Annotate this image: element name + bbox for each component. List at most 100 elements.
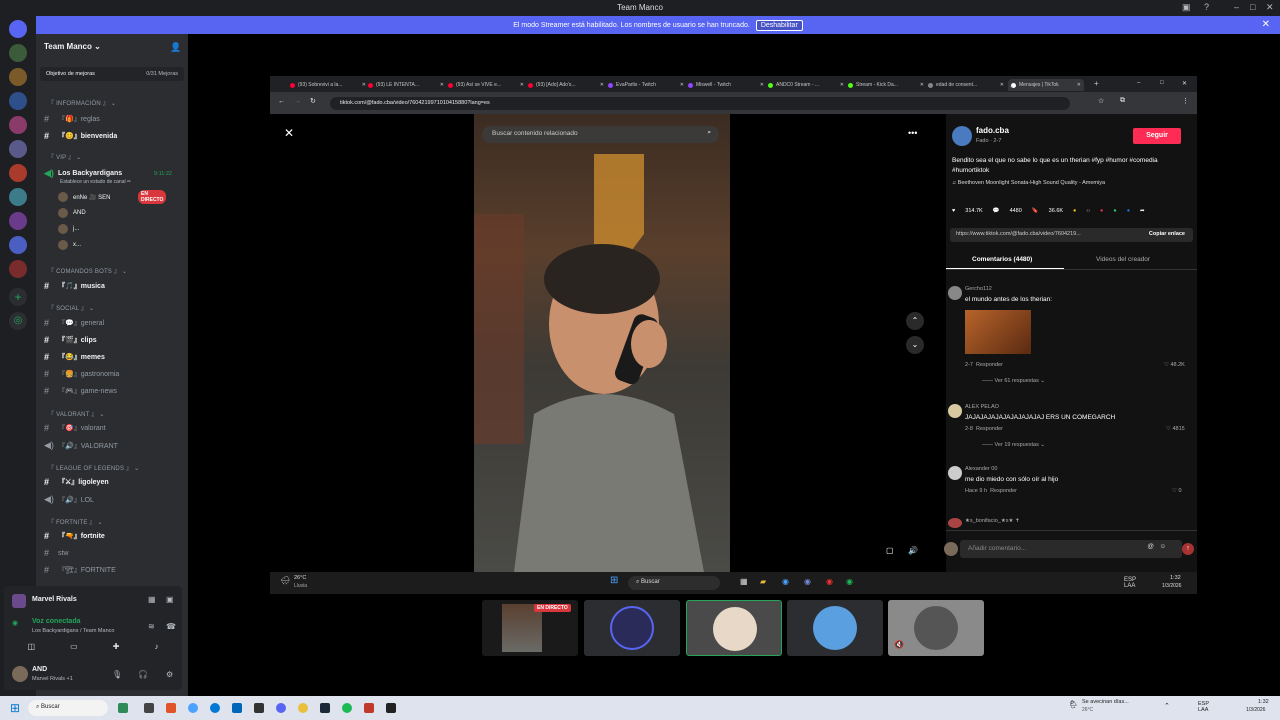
creator-name[interactable]: fado.cba (976, 126, 1009, 135)
channel-item[interactable]: # 『🎬』clips (44, 335, 97, 345)
video-player[interactable] (474, 114, 730, 572)
participant-tile[interactable] (787, 600, 883, 656)
reload-icon[interactable]: ↻ (310, 97, 316, 105)
explore-icon[interactable]: ◎ (9, 312, 27, 330)
window-minimize-icon[interactable]: – (1010, 84, 1013, 90)
view-replies-link[interactable]: —— Ver 61 respuestas ⌄ (982, 378, 1045, 384)
close-video-icon[interactable]: ✕ (284, 126, 294, 140)
avatar[interactable] (12, 666, 28, 682)
forward-icon[interactable]: → (294, 98, 301, 105)
clock-date[interactable]: 1/3/2026 (1162, 583, 1181, 589)
app-icon[interactable] (118, 703, 128, 713)
server-icon[interactable] (9, 44, 27, 62)
grid-icon[interactable]: ▦ (148, 595, 156, 604)
browser-tab[interactable]: (93) Así se VIVE e... ✕ (448, 79, 524, 91)
tab-close-icon[interactable]: ✕ (362, 82, 366, 88)
tab-close-icon[interactable]: ✕ (920, 82, 924, 88)
comment-user[interactable]: Alexander 00 (965, 466, 997, 472)
new-tab-icon[interactable]: + (1094, 79, 1099, 88)
related-search-input[interactable]: Buscar contenido relacionado ⌕ (482, 126, 719, 143)
avatar[interactable] (948, 286, 962, 300)
spotify-icon[interactable]: ◉ (846, 577, 853, 586)
add-member-icon[interactable]: 👤 (170, 42, 181, 53)
participant-tile[interactable] (686, 600, 782, 656)
channel-item[interactable]: # 『🎁』reglas (44, 114, 100, 124)
category-header[interactable]: 『 COMANDOS BOTS 』 ⌄ (48, 266, 127, 275)
store-icon[interactable] (232, 703, 242, 713)
app-icon[interactable] (364, 703, 374, 713)
voice-user[interactable]: j... (58, 224, 79, 234)
disconnect-icon[interactable]: ☎ (166, 622, 176, 631)
server-name[interactable]: Team Manco ⌄ (44, 42, 101, 51)
bookmark-icon[interactable]: 🔖 (1032, 208, 1039, 214)
comment-user[interactable]: ★s_bonifacio_★s★ ✝ (965, 518, 1020, 524)
url-field[interactable]: tiktok.com/@fado.cba/video/7604219971010… (330, 97, 1070, 110)
channel-item[interactable]: # stw (44, 548, 69, 558)
maximize-button[interactable]: □ (1250, 2, 1255, 12)
server-icon[interactable] (9, 260, 27, 278)
share-icons[interactable]: ➦ (1140, 208, 1145, 214)
comment-likes[interactable]: ♡ 4815 (1166, 426, 1185, 432)
voice-channel-item[interactable]: ◀) Los Backyardigans 9:11:22 (44, 168, 172, 179)
soundboard-icon[interactable]: ♪ (154, 642, 158, 656)
avatar[interactable] (948, 518, 962, 528)
keyboard-language[interactable]: ESP LAA (1198, 701, 1209, 713)
reply-button[interactable]: Responder (976, 426, 1003, 432)
windows-icon[interactable]: ⊞ (610, 575, 618, 586)
channel-item[interactable]: # 『😊』bienvenida (44, 131, 117, 141)
app-icon[interactable] (386, 703, 396, 713)
reply-button[interactable]: Responder (976, 362, 1003, 368)
reply-button[interactable]: Responder (990, 488, 1017, 494)
tab-comments[interactable]: Comentarios (4480) (972, 256, 1032, 263)
discord-home-icon[interactable] (9, 20, 27, 38)
browser-tab[interactable]: Miswell - Twitch ✕ (688, 79, 764, 91)
participant-tile[interactable] (584, 600, 680, 656)
keyboard-language[interactable]: ESP LAA (1124, 577, 1136, 589)
chevron-down-icon[interactable]: ⌄ (906, 336, 924, 354)
app-icon[interactable] (166, 703, 176, 713)
browser-tab[interactable]: edad de consent... ✕ (928, 79, 1004, 91)
avatar[interactable] (948, 404, 962, 418)
tab-close-icon[interactable]: ✕ (440, 82, 444, 88)
controller-icon[interactable]: ▣ (166, 595, 174, 604)
server-icon[interactable] (9, 236, 27, 254)
comment-likes[interactable]: ♡ 48.2K (1164, 362, 1185, 368)
share-icons[interactable]: ‹› (1086, 208, 1090, 214)
discord-icon[interactable]: ◉ (804, 577, 811, 586)
channel-item[interactable]: # 『💬』general (44, 318, 104, 328)
follow-button[interactable]: Seguir (1133, 128, 1181, 144)
browser-tab[interactable]: (93) Sobrevivi a la... ✕ (290, 79, 366, 91)
channel-item[interactable]: # 『🎵』musica (44, 281, 105, 291)
category-header[interactable]: 『 VIP 』 ⌄ (48, 152, 81, 161)
channel-item[interactable]: ◀) 『🔊』LOL (44, 494, 94, 505)
help-icon[interactable]: ? (1204, 2, 1209, 12)
steam-icon[interactable] (320, 703, 330, 713)
app-icon[interactable]: ▦ (740, 577, 748, 586)
browser-tab[interactable]: (93) LE INTENTA... ✕ (368, 79, 444, 91)
browser-tab[interactable]: ANDC0 Stream - ... ✕ (768, 79, 844, 91)
browser-tab[interactable]: EvaPartis - Twitch ✕ (608, 79, 684, 91)
share-icons[interactable]: ● (1073, 208, 1076, 214)
share-icons[interactable]: ● (1127, 208, 1130, 214)
camera-off-icon[interactable]: ◫ (28, 642, 36, 656)
channel-item[interactable]: # 『🎮』game-news (44, 386, 117, 396)
category-header[interactable]: 『 FORTNITE 』 ⌄ (48, 517, 103, 526)
server-icon[interactable] (9, 140, 27, 158)
headphones-icon[interactable]: 🎧 (138, 670, 148, 679)
server-icon[interactable] (9, 188, 27, 206)
tab-close-icon[interactable]: ✕ (760, 82, 764, 88)
add-server-icon[interactable]: + (9, 288, 27, 306)
server-icon[interactable] (9, 92, 27, 110)
clock-time[interactable]: 1:32 (1170, 575, 1181, 581)
banner-close-icon[interactable]: ✕ (1262, 19, 1270, 30)
channel-item[interactable]: # 『🔫』fortnite (44, 531, 105, 541)
video-link[interactable]: https://www.tiktok.com/@fado.cba/video/7… (950, 228, 1193, 242)
discord-icon[interactable] (276, 703, 286, 713)
tab-close-icon[interactable]: ✕ (600, 82, 604, 88)
tab-close-icon[interactable]: ✕ (520, 82, 524, 88)
send-icon[interactable]: ↑ (1182, 543, 1194, 555)
avatar[interactable] (948, 466, 962, 480)
window-close-button[interactable]: ✕ (1182, 80, 1187, 87)
music-info[interactable]: ♫ Beethoven Moonlight Sonata-High Sound … (952, 180, 1105, 186)
weather-text[interactable]: Se avecinan días... (1082, 699, 1129, 705)
